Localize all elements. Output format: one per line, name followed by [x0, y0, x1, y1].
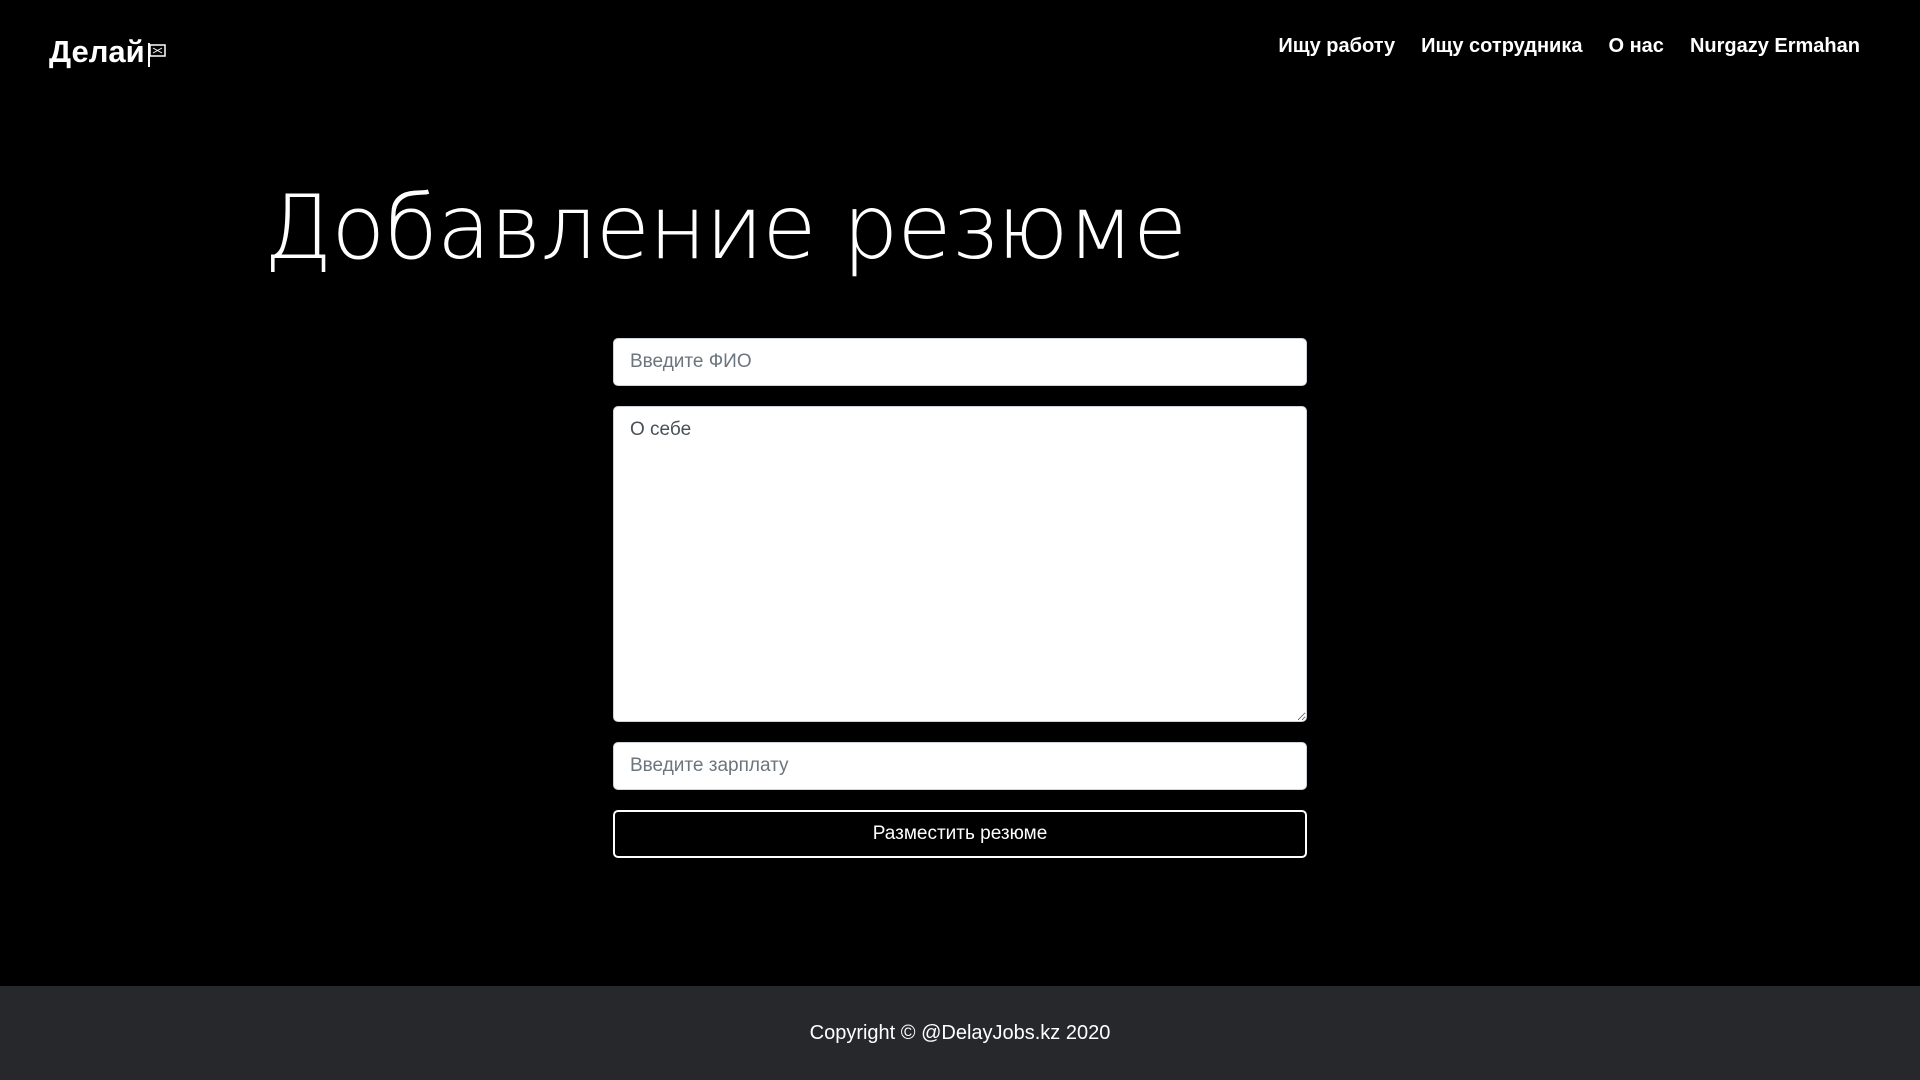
page-title: Добавление резюме: [264, 176, 1187, 279]
nav-about[interactable]: О нас: [1608, 30, 1663, 62]
about-me-textarea[interactable]: [613, 406, 1307, 722]
post-resume-button[interactable]: Разместить резюме: [613, 810, 1307, 858]
main-nav: Ищу работу Ищу сотрудника О нас Nurgazy …: [1278, 30, 1860, 62]
brand-link[interactable]: Делай: [49, 32, 167, 72]
page: Делай Ищу работу Ищу сотрудника О нас Nu…: [0, 0, 1920, 1080]
full-name-input[interactable]: [613, 338, 1307, 386]
salary-input[interactable]: [613, 742, 1307, 790]
flag-icon: [147, 38, 167, 67]
brand-name: Делай: [49, 34, 145, 69]
navbar: Делай Ищу работу Ищу сотрудника О нас Nu…: [0, 0, 1920, 100]
nav-find-job[interactable]: Ищу работу: [1278, 30, 1395, 62]
nav-user-profile[interactable]: Nurgazy Ermahan: [1690, 30, 1860, 62]
footer: Copyright © @DelayJobs.kz 2020: [0, 986, 1920, 1080]
nav-find-employee[interactable]: Ищу сотрудника: [1421, 30, 1582, 62]
resume-form: Разместить резюме: [613, 338, 1307, 858]
copyright-text: Copyright © @DelayJobs.kz 2020: [809, 1021, 1111, 1044]
